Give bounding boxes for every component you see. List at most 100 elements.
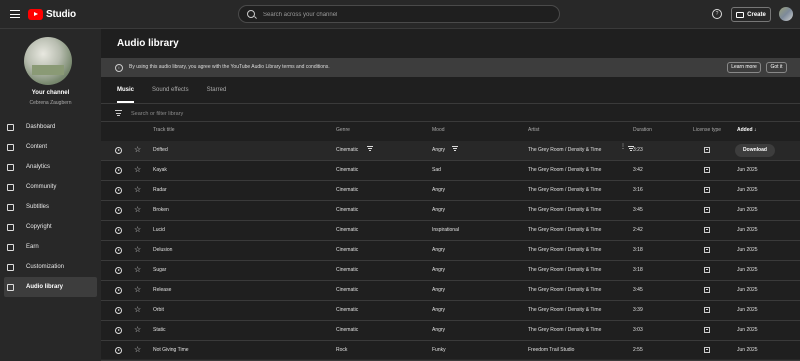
column-track-title[interactable]: Track title bbox=[153, 127, 174, 133]
got-it-button[interactable]: Got it bbox=[766, 62, 787, 73]
license-icon[interactable] bbox=[704, 147, 710, 153]
table-row[interactable]: ☆ Not Giving Time Rock Funky Freedom Trail S… bbox=[101, 341, 800, 361]
track-duration: 3:16 bbox=[633, 187, 643, 193]
license-icon[interactable] bbox=[704, 207, 710, 213]
column-genre[interactable]: Genre bbox=[336, 127, 350, 133]
table-row[interactable]: ☆ Static Cinematic Angry The Grey Room / Den… bbox=[101, 321, 800, 341]
license-icon[interactable] bbox=[704, 167, 710, 173]
license-icon[interactable] bbox=[704, 347, 710, 353]
table-row[interactable]: ☆ Drifted Cinematic Angry The Grey Room / De… bbox=[101, 141, 800, 161]
learn-more-button[interactable]: Learn more bbox=[727, 62, 761, 73]
table-row[interactable]: ☆ Release Cinematic Angry The Grey Room / De… bbox=[101, 281, 800, 301]
main-content: Audio library i By using this audio libr… bbox=[101, 29, 800, 361]
star-icon[interactable]: ☆ bbox=[134, 145, 141, 155]
license-icon[interactable] bbox=[704, 227, 710, 233]
column-license-type[interactable]: License type bbox=[693, 127, 721, 133]
search-input[interactable] bbox=[261, 8, 545, 22]
sidebar-item-label: Community bbox=[26, 184, 57, 190]
sidebar-item-content[interactable]: Content bbox=[0, 137, 101, 157]
track-genre: Cinematic bbox=[336, 307, 359, 313]
play-icon[interactable] bbox=[115, 267, 122, 274]
star-icon[interactable]: ☆ bbox=[134, 325, 141, 335]
play-icon[interactable] bbox=[115, 147, 122, 154]
column-mood[interactable]: Mood bbox=[432, 127, 445, 133]
menu-icon[interactable] bbox=[10, 10, 20, 18]
play-icon[interactable] bbox=[115, 287, 122, 294]
divider bbox=[101, 121, 800, 122]
table-row[interactable]: ☆ Lucid Cinematic Inspirational The Grey Roo… bbox=[101, 221, 800, 241]
column-added[interactable]: Added ↓ bbox=[737, 127, 756, 133]
sidebar-item-customization[interactable]: Customization bbox=[0, 257, 101, 277]
tab-starred[interactable]: Starred bbox=[207, 87, 227, 103]
table-row[interactable]: ☆ Delusion Cinematic Angry The Grey Room / D… bbox=[101, 241, 800, 261]
channel-name: Your channel bbox=[31, 90, 70, 96]
table-row[interactable]: ☆ Kayak Cinematic Sad The Grey Room / Densit… bbox=[101, 161, 800, 181]
license-icon[interactable] bbox=[704, 327, 710, 333]
play-icon[interactable] bbox=[115, 207, 122, 214]
star-icon[interactable]: ☆ bbox=[134, 305, 141, 315]
track-added: Jun 2025 bbox=[737, 347, 758, 353]
track-title: Sugar bbox=[153, 267, 167, 273]
search-icon[interactable] bbox=[247, 10, 255, 18]
create-button[interactable]: Create bbox=[731, 7, 771, 22]
play-icon[interactable] bbox=[115, 347, 122, 354]
sidebar-item-earn[interactable]: Earn bbox=[0, 237, 101, 257]
filter-bar[interactable] bbox=[101, 106, 800, 121]
download-button[interactable]: Download bbox=[735, 144, 775, 157]
filter-input[interactable] bbox=[129, 108, 333, 120]
play-icon[interactable] bbox=[115, 187, 122, 194]
column-artist[interactable]: Artist bbox=[528, 127, 539, 133]
play-icon[interactable] bbox=[115, 167, 122, 174]
track-added: Jun 2025 bbox=[737, 167, 758, 173]
column-duration[interactable]: Duration bbox=[633, 127, 652, 133]
star-icon[interactable]: ☆ bbox=[134, 225, 141, 235]
star-icon[interactable]: ☆ bbox=[134, 345, 141, 355]
filter-artist-icon[interactable] bbox=[628, 146, 634, 151]
subtitles-icon bbox=[7, 203, 14, 211]
filter-icon[interactable] bbox=[115, 110, 122, 116]
track-title: Drifted bbox=[153, 147, 168, 153]
table-row[interactable]: ☆ Orbit Cinematic Angry The Grey Room / Dens… bbox=[101, 301, 800, 321]
license-icon[interactable] bbox=[704, 287, 710, 293]
star-icon[interactable]: ☆ bbox=[134, 185, 141, 195]
star-icon[interactable]: ☆ bbox=[134, 205, 141, 215]
play-icon[interactable] bbox=[115, 227, 122, 234]
filter-mood-icon[interactable] bbox=[452, 146, 458, 151]
license-icon[interactable] bbox=[704, 187, 710, 193]
account-avatar[interactable] bbox=[779, 7, 793, 21]
page-title: Audio library bbox=[117, 38, 179, 49]
youtube-logo-icon bbox=[28, 8, 43, 20]
license-icon[interactable] bbox=[704, 247, 710, 253]
play-icon[interactable] bbox=[115, 327, 122, 334]
star-icon[interactable]: ☆ bbox=[134, 285, 141, 295]
sidebar-item-dashboard[interactable]: Dashboard bbox=[0, 117, 101, 137]
tab-sound-effects[interactable]: Sound effects bbox=[152, 87, 189, 103]
star-icon[interactable]: ☆ bbox=[134, 165, 141, 175]
banner-text: By using this audio library, you agree w… bbox=[129, 64, 330, 70]
play-icon[interactable] bbox=[115, 307, 122, 314]
sidebar-item-copyright[interactable]: Copyright bbox=[0, 217, 101, 237]
sidebar-item-subtitles[interactable]: Subtitles bbox=[0, 197, 101, 217]
sidebar-item-analytics[interactable]: Analytics bbox=[0, 157, 101, 177]
track-mood: Angry bbox=[432, 207, 446, 213]
table-row[interactable]: ☆ Radar Cinematic Angry The Grey Room / Dens… bbox=[101, 181, 800, 201]
table-row[interactable]: ☆ Broken Cinematic Angry The Grey Room / Den… bbox=[101, 201, 800, 221]
sidebar-item-label: Earn bbox=[26, 244, 39, 250]
star-icon[interactable]: ☆ bbox=[134, 265, 141, 275]
studio-logo[interactable]: Studio bbox=[28, 8, 76, 20]
help-icon[interactable]: ? bbox=[712, 9, 722, 19]
channel-avatar[interactable] bbox=[24, 37, 72, 85]
tab-music[interactable]: Music bbox=[117, 87, 135, 103]
track-genre: Cinematic bbox=[336, 327, 359, 333]
search-bar[interactable] bbox=[238, 5, 560, 23]
license-icon[interactable] bbox=[704, 307, 710, 313]
sidebar-item-audio-library[interactable]: Audio library bbox=[4, 277, 97, 297]
star-icon[interactable]: ☆ bbox=[134, 245, 141, 255]
sidebar-item-community[interactable]: Community bbox=[0, 177, 101, 197]
license-icon[interactable] bbox=[704, 267, 710, 273]
filter-genre-icon[interactable] bbox=[367, 146, 373, 151]
track-artist: The Grey Room / Density & Time bbox=[528, 167, 602, 173]
table-row[interactable]: ☆ Sugar Cinematic Angry The Grey Room / Dens… bbox=[101, 261, 800, 281]
more-options-icon[interactable]: ⋮ bbox=[620, 144, 626, 150]
play-icon[interactable] bbox=[115, 247, 122, 254]
